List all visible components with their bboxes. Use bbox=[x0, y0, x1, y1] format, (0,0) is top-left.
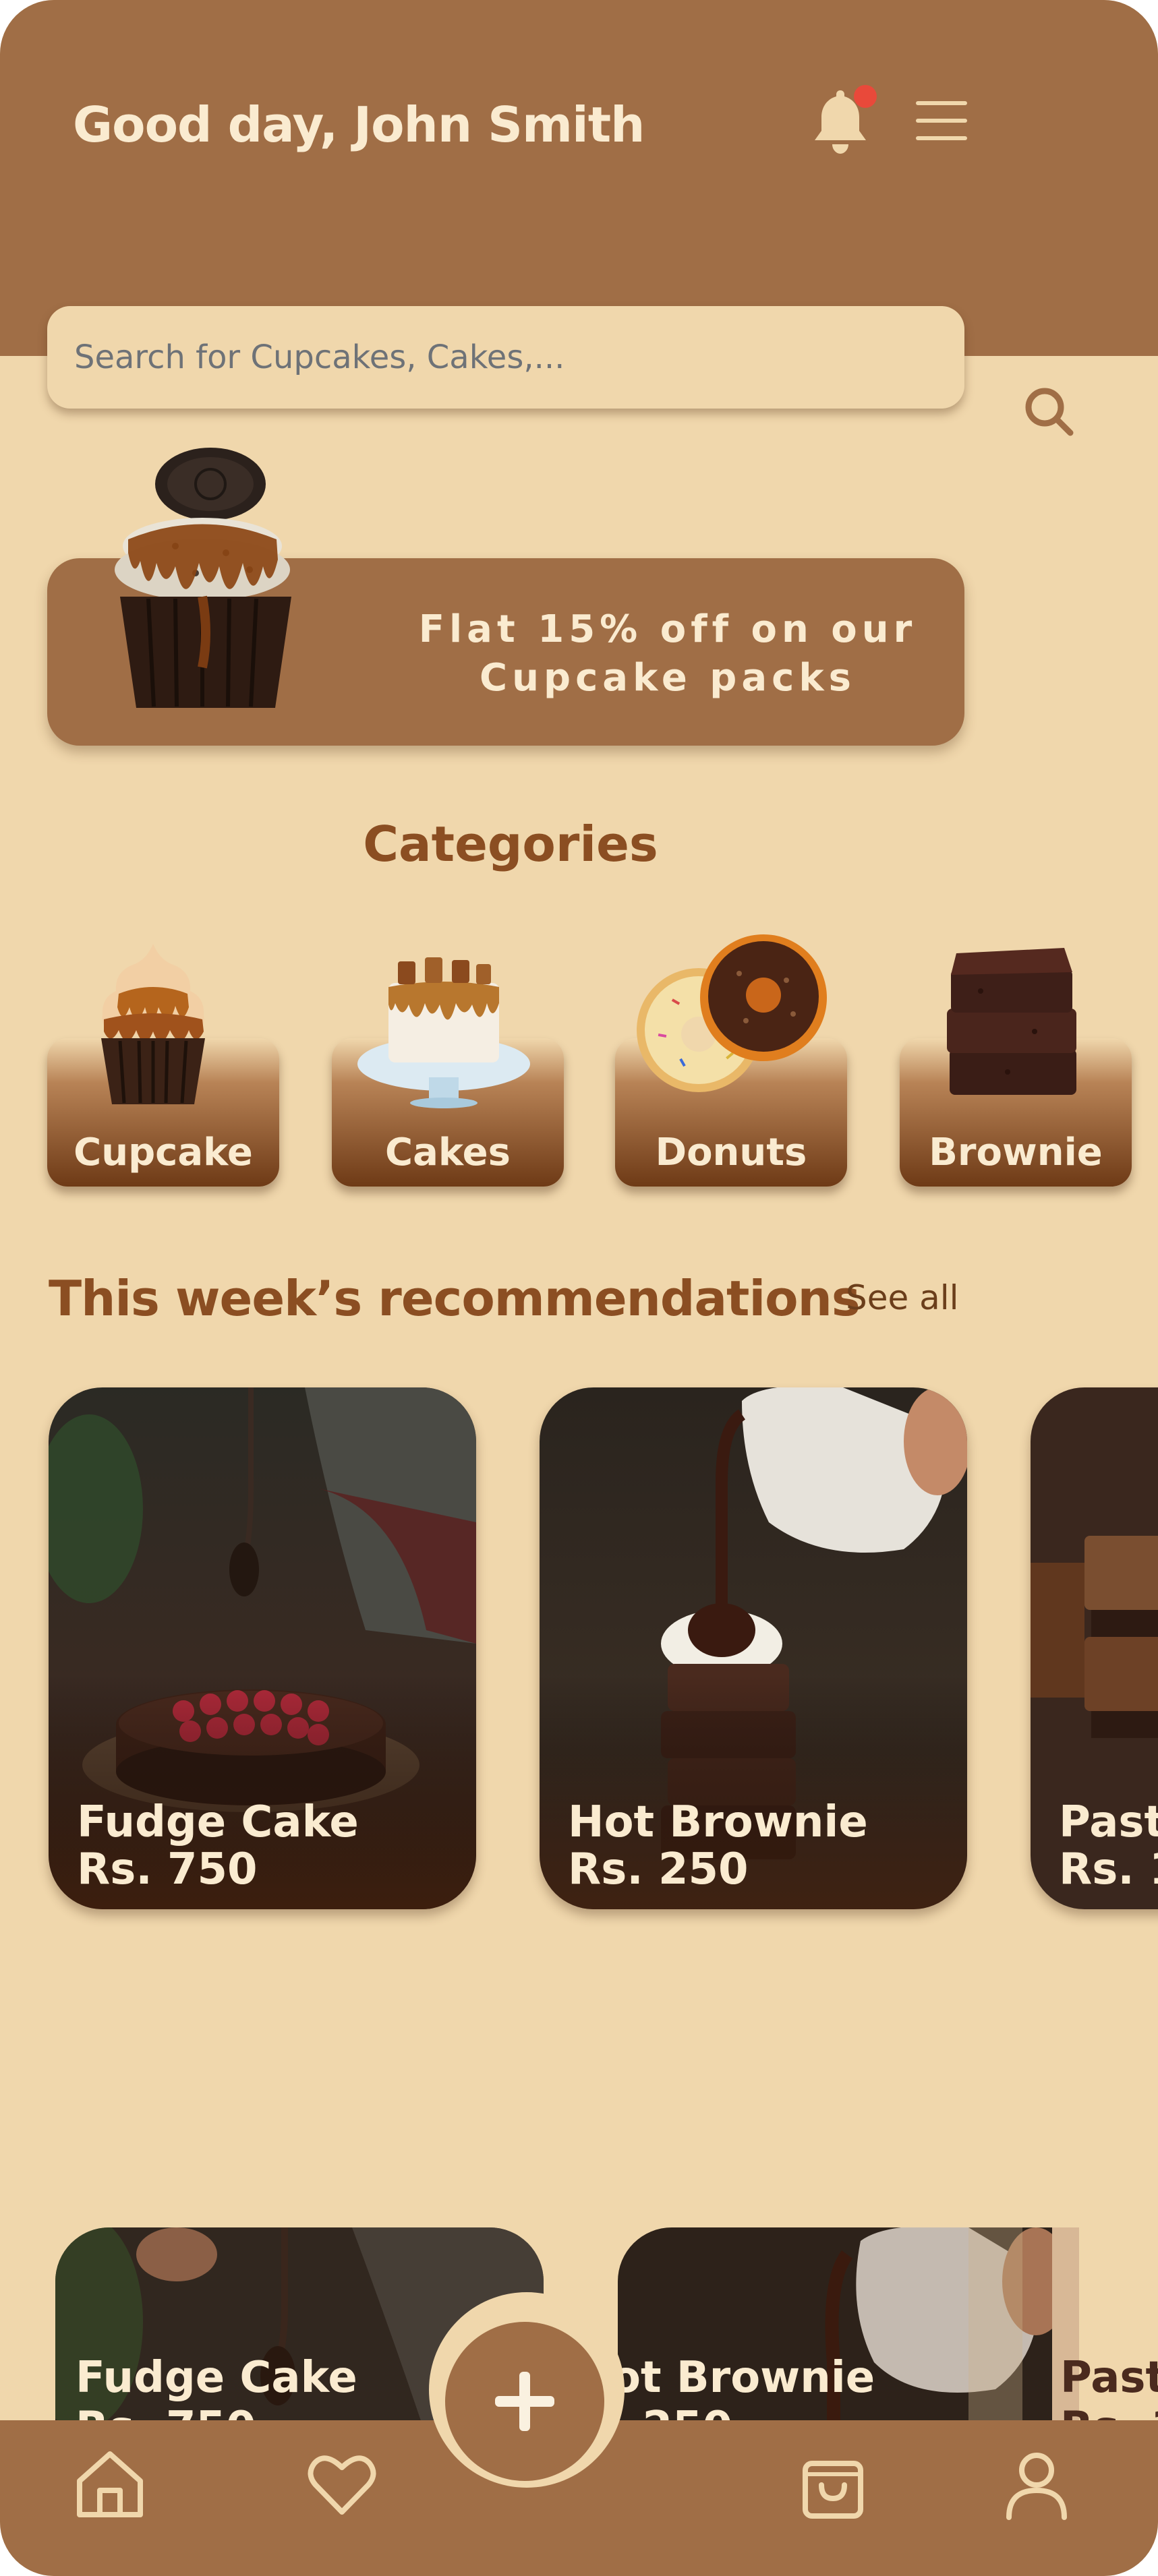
recommendation-card[interactable]: Hot Brownie Rs. 250 bbox=[540, 1387, 967, 1909]
header bbox=[0, 0, 1158, 356]
product-name: Fudge Cake bbox=[76, 2353, 357, 2403]
category-label: Donuts bbox=[655, 1131, 807, 1174]
recommendation-card[interactable]: Past Rs. 1 bbox=[1031, 1387, 1158, 1909]
recommendation-card[interactable]: Fudge Cake Rs. 750 bbox=[49, 1387, 476, 1909]
menu-icon[interactable] bbox=[915, 98, 968, 143]
brownie-thumbnail bbox=[947, 948, 1076, 1095]
donut-thumbnail bbox=[637, 934, 827, 1092]
product-name: Past bbox=[1060, 2353, 1158, 2403]
home-icon[interactable] bbox=[73, 2447, 147, 2521]
search-input[interactable] bbox=[74, 338, 951, 376]
product-price: Rs. 250 bbox=[568, 1845, 749, 1894]
recommendations-title: This week’s recommendations bbox=[49, 1270, 861, 1327]
product-price: Rs. 750 bbox=[77, 1845, 258, 1894]
cupcake-image bbox=[115, 448, 291, 708]
app-frame: Good day, John Smith Flat 15% off on our… bbox=[0, 0, 1158, 2576]
see-all-link[interactable]: See all bbox=[846, 1278, 959, 1317]
product-name: ot Brownie bbox=[618, 2353, 875, 2403]
heart-icon[interactable] bbox=[305, 2447, 379, 2521]
add-button[interactable] bbox=[445, 2322, 604, 2481]
promo-line-1: Flat 15% off on our bbox=[418, 607, 917, 651]
notification-dot bbox=[854, 85, 877, 108]
product-name: Hot Brownie bbox=[568, 1797, 868, 1847]
categories-title: Categories bbox=[363, 816, 658, 872]
cupcake-thumbnail bbox=[101, 944, 205, 1104]
category-label: Cakes bbox=[385, 1131, 511, 1174]
product-name: Past bbox=[1059, 1797, 1158, 1847]
promo-text: Flat 15% off on our Cupcake packs bbox=[398, 605, 937, 702]
plus-icon bbox=[495, 2372, 554, 2431]
user-icon[interactable] bbox=[1000, 2447, 1074, 2521]
search-icon[interactable] bbox=[1022, 384, 1077, 440]
category-label: Brownie bbox=[929, 1131, 1103, 1174]
bag-icon[interactable] bbox=[796, 2447, 870, 2521]
product-price: Rs. 1 bbox=[1059, 1845, 1158, 1894]
category-label: Cupcake bbox=[74, 1131, 253, 1174]
search-bar bbox=[47, 306, 964, 409]
greeting-text: Good day, John Smith bbox=[73, 96, 645, 153]
product-name: Fudge Cake bbox=[77, 1797, 359, 1847]
cake-thumbnail bbox=[357, 957, 530, 1108]
promo-line-2: Cupcake packs bbox=[480, 656, 856, 700]
